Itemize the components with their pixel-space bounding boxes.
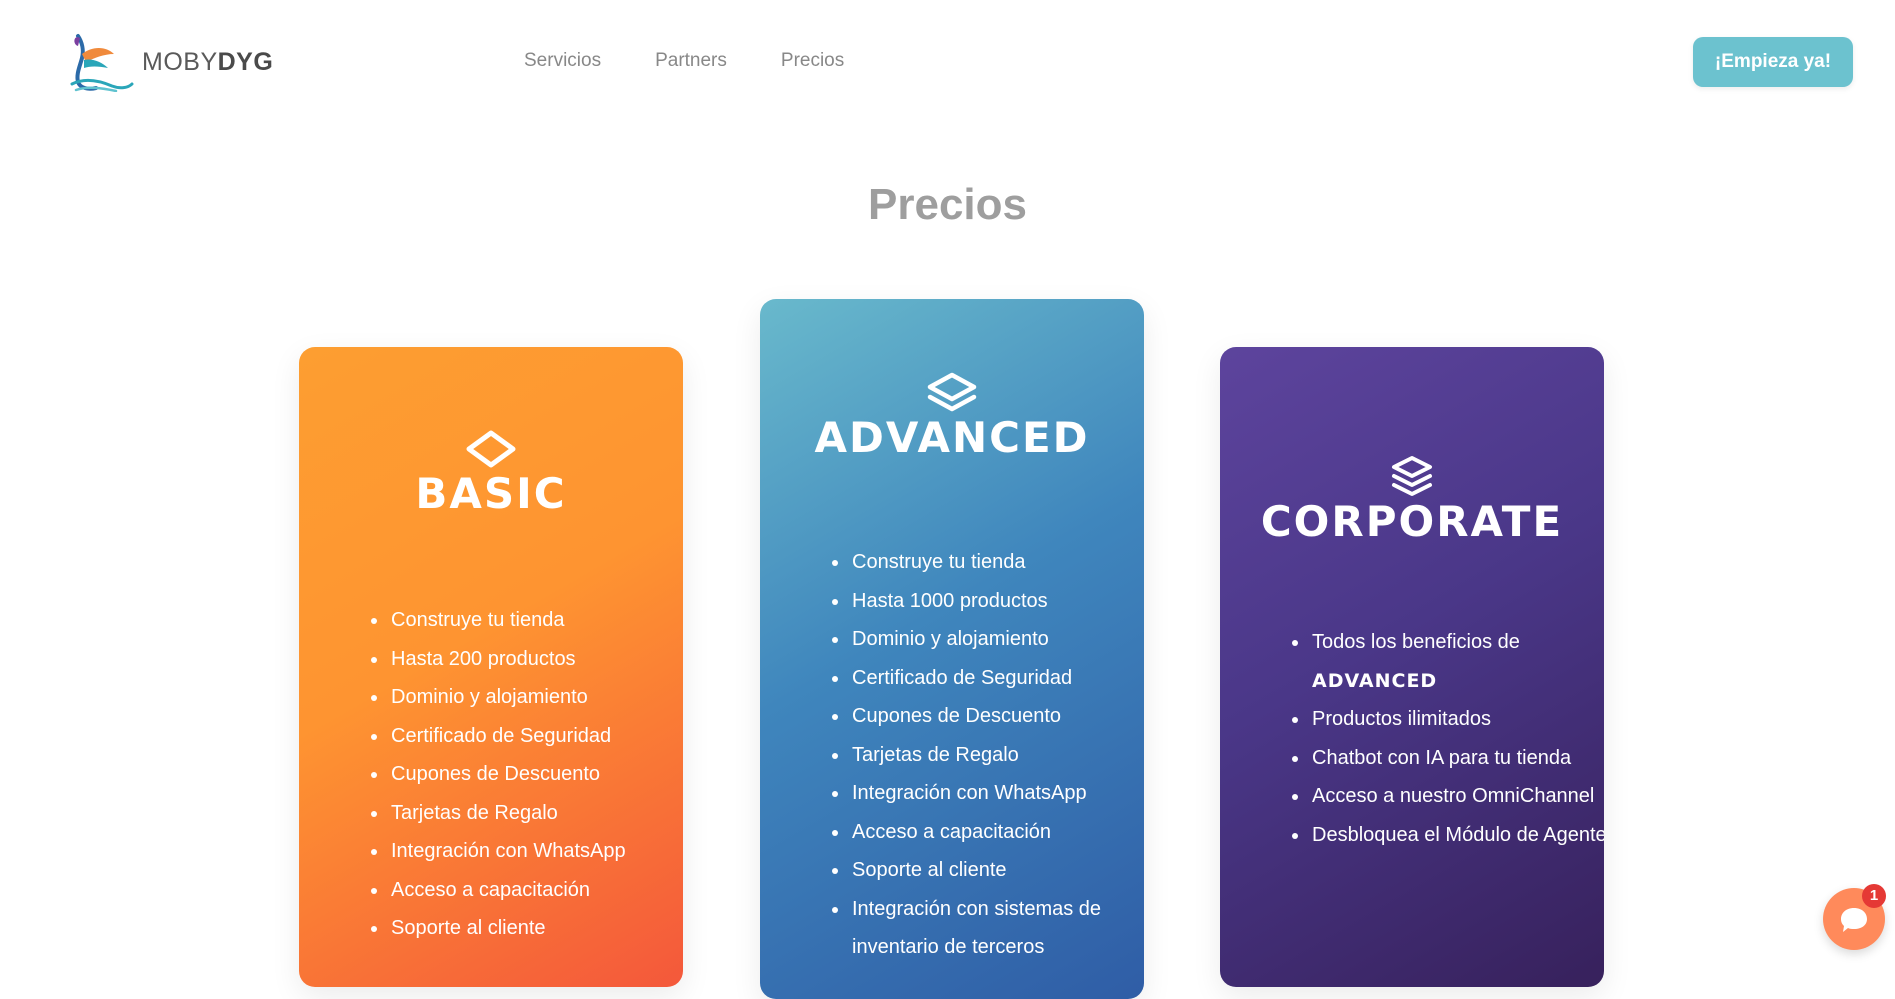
chat-notification-badge: 1: [1862, 884, 1886, 908]
feature-list: Construye tu tienda Hasta 1000 productos…: [830, 543, 1144, 967]
feature-item: Dominio y alojamiento: [389, 678, 683, 717]
feature-item: Todos los beneficios deADVANCED: [1310, 623, 1604, 700]
feature-list: Construye tu tienda Hasta 200 productos …: [369, 601, 683, 948]
feature-list: Todos los beneficios deADVANCED Producto…: [1290, 623, 1604, 854]
feature-item: Dominio y alojamiento: [850, 620, 1144, 659]
feature-item: Integración con WhatsApp: [850, 774, 1144, 813]
diamond-layer-icon: [466, 430, 516, 468]
feature-item: Construye tu tienda: [850, 543, 1144, 582]
plan-header: CORPORATE: [1220, 455, 1604, 543]
feature-item: Productos ilimitados: [1310, 700, 1604, 739]
feature-item: Desbloquea el Módulo de Agente: [1310, 816, 1604, 855]
site-header: MOBYDYG Servicios Partners Precios ¡Empi…: [0, 0, 1895, 124]
nav-precios[interactable]: Precios: [781, 50, 844, 72]
feature-item: Acceso a capacitación: [389, 871, 683, 910]
feature-item: Certificado de Seguridad: [389, 717, 683, 756]
main-nav: Servicios Partners Precios: [524, 50, 844, 72]
logo[interactable]: MOBYDYG: [68, 32, 273, 92]
plan-title: ADVANCED: [814, 413, 1090, 462]
feature-item: Integración con sistemas de inventario d…: [850, 890, 1144, 967]
feature-item: Hasta 200 productos: [389, 640, 683, 679]
feature-item: Integración con WhatsApp: [389, 832, 683, 871]
advanced-highlight: ADVANCED: [1312, 669, 1438, 692]
nav-servicios[interactable]: Servicios: [524, 50, 601, 72]
section-title: Precios: [868, 180, 1027, 229]
feature-item: Soporte al cliente: [389, 909, 683, 948]
feature-item: Cupones de Descuento: [389, 755, 683, 794]
feature-item: Cupones de Descuento: [850, 697, 1144, 736]
plan-card-basic[interactable]: BASIC Construye tu tienda Hasta 200 prod…: [299, 347, 683, 987]
feature-item: Acceso a nuestro OmniChannel: [1310, 777, 1604, 816]
plan-card-advanced[interactable]: ADVANCED Construye tu tienda Hasta 1000 …: [760, 299, 1144, 999]
double-layer-icon: [927, 372, 977, 412]
plan-card-corporate[interactable]: CORPORATE Todos los beneficios deADVANCE…: [1220, 347, 1604, 987]
whale-tail-logo-icon: [70, 34, 134, 92]
plan-title: BASIC: [415, 469, 567, 518]
feature-item: Hasta 1000 productos: [850, 582, 1144, 621]
plan-header: BASIC: [299, 427, 683, 515]
feature-item: Certificado de Seguridad: [850, 659, 1144, 698]
feature-item: Construye tu tienda: [389, 601, 683, 640]
start-now-button[interactable]: ¡Empieza ya!: [1693, 37, 1853, 87]
plan-title: CORPORATE: [1260, 497, 1564, 546]
chat-bubble-icon: [1841, 908, 1867, 932]
nav-partners[interactable]: Partners: [655, 50, 727, 72]
feature-item: Tarjetas de Regalo: [850, 736, 1144, 775]
feature-item: Soporte al cliente: [850, 851, 1144, 890]
feature-item: Chatbot con IA para tu tienda: [1310, 739, 1604, 778]
logo-text: MOBYDYG: [142, 47, 274, 76]
feature-item: Tarjetas de Regalo: [389, 794, 683, 833]
triple-layer-icon: [1392, 456, 1432, 496]
feature-item: Acceso a capacitación: [850, 813, 1144, 852]
plan-header: ADVANCED: [760, 371, 1144, 459]
